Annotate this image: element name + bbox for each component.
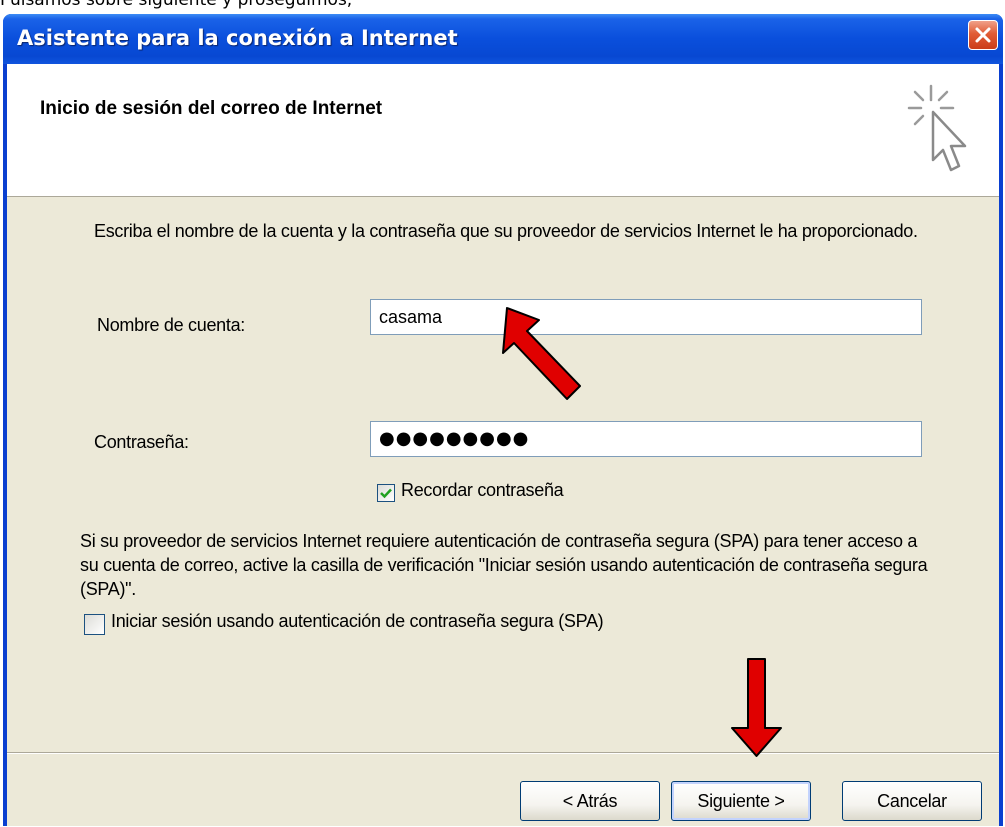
page-title: Inicio de sesión del correo de Internet bbox=[40, 98, 383, 119]
window-title: Asistente para la conexión a Internet bbox=[17, 26, 458, 50]
annotation-arrow-to-account-icon bbox=[502, 307, 581, 400]
spa-checkbox[interactable] bbox=[84, 614, 105, 635]
password-label: Contraseña: bbox=[94, 432, 189, 452]
remember-password-label[interactable]: Recordar contraseña bbox=[401, 480, 564, 501]
instructions-text: Escriba el nombre de la cuenta y la cont… bbox=[94, 221, 918, 241]
wizard-client-area: Inicio de sesión del correo de Internet … bbox=[7, 64, 999, 826]
account-name-input[interactable] bbox=[370, 299, 922, 335]
title-bar[interactable]: Asistente para la conexión a Internet bbox=[3, 14, 1003, 64]
checkmark-icon bbox=[380, 488, 392, 499]
remember-password-checkbox[interactable] bbox=[377, 484, 395, 502]
cancel-button[interactable]: Cancelar bbox=[842, 781, 982, 821]
close-button[interactable] bbox=[968, 20, 998, 50]
wizard-header: Inicio de sesión del correo de Internet bbox=[7, 64, 999, 197]
password-input[interactable]: ●●●●●●●●● bbox=[370, 421, 922, 457]
back-button[interactable]: < Atrás bbox=[520, 781, 660, 821]
wizard-window: Asistente para la conexión a Internet In… bbox=[3, 14, 1003, 826]
button-separator bbox=[7, 752, 999, 754]
page-caption: Pulsamos sobre siguiente y proseguimos; bbox=[0, 0, 353, 10]
annotation-arrow-to-next-icon bbox=[731, 658, 782, 757]
next-button[interactable]: Siguiente > bbox=[671, 781, 811, 821]
spa-label[interactable]: Iniciar sesión usando autenticación de c… bbox=[111, 611, 604, 632]
spa-description-text: Si su proveedor de servicios Internet re… bbox=[80, 531, 928, 599]
account-name-label: Nombre de cuenta: bbox=[97, 315, 245, 335]
close-icon bbox=[975, 27, 991, 43]
wizard-cursor-sparkle-icon bbox=[907, 84, 967, 172]
